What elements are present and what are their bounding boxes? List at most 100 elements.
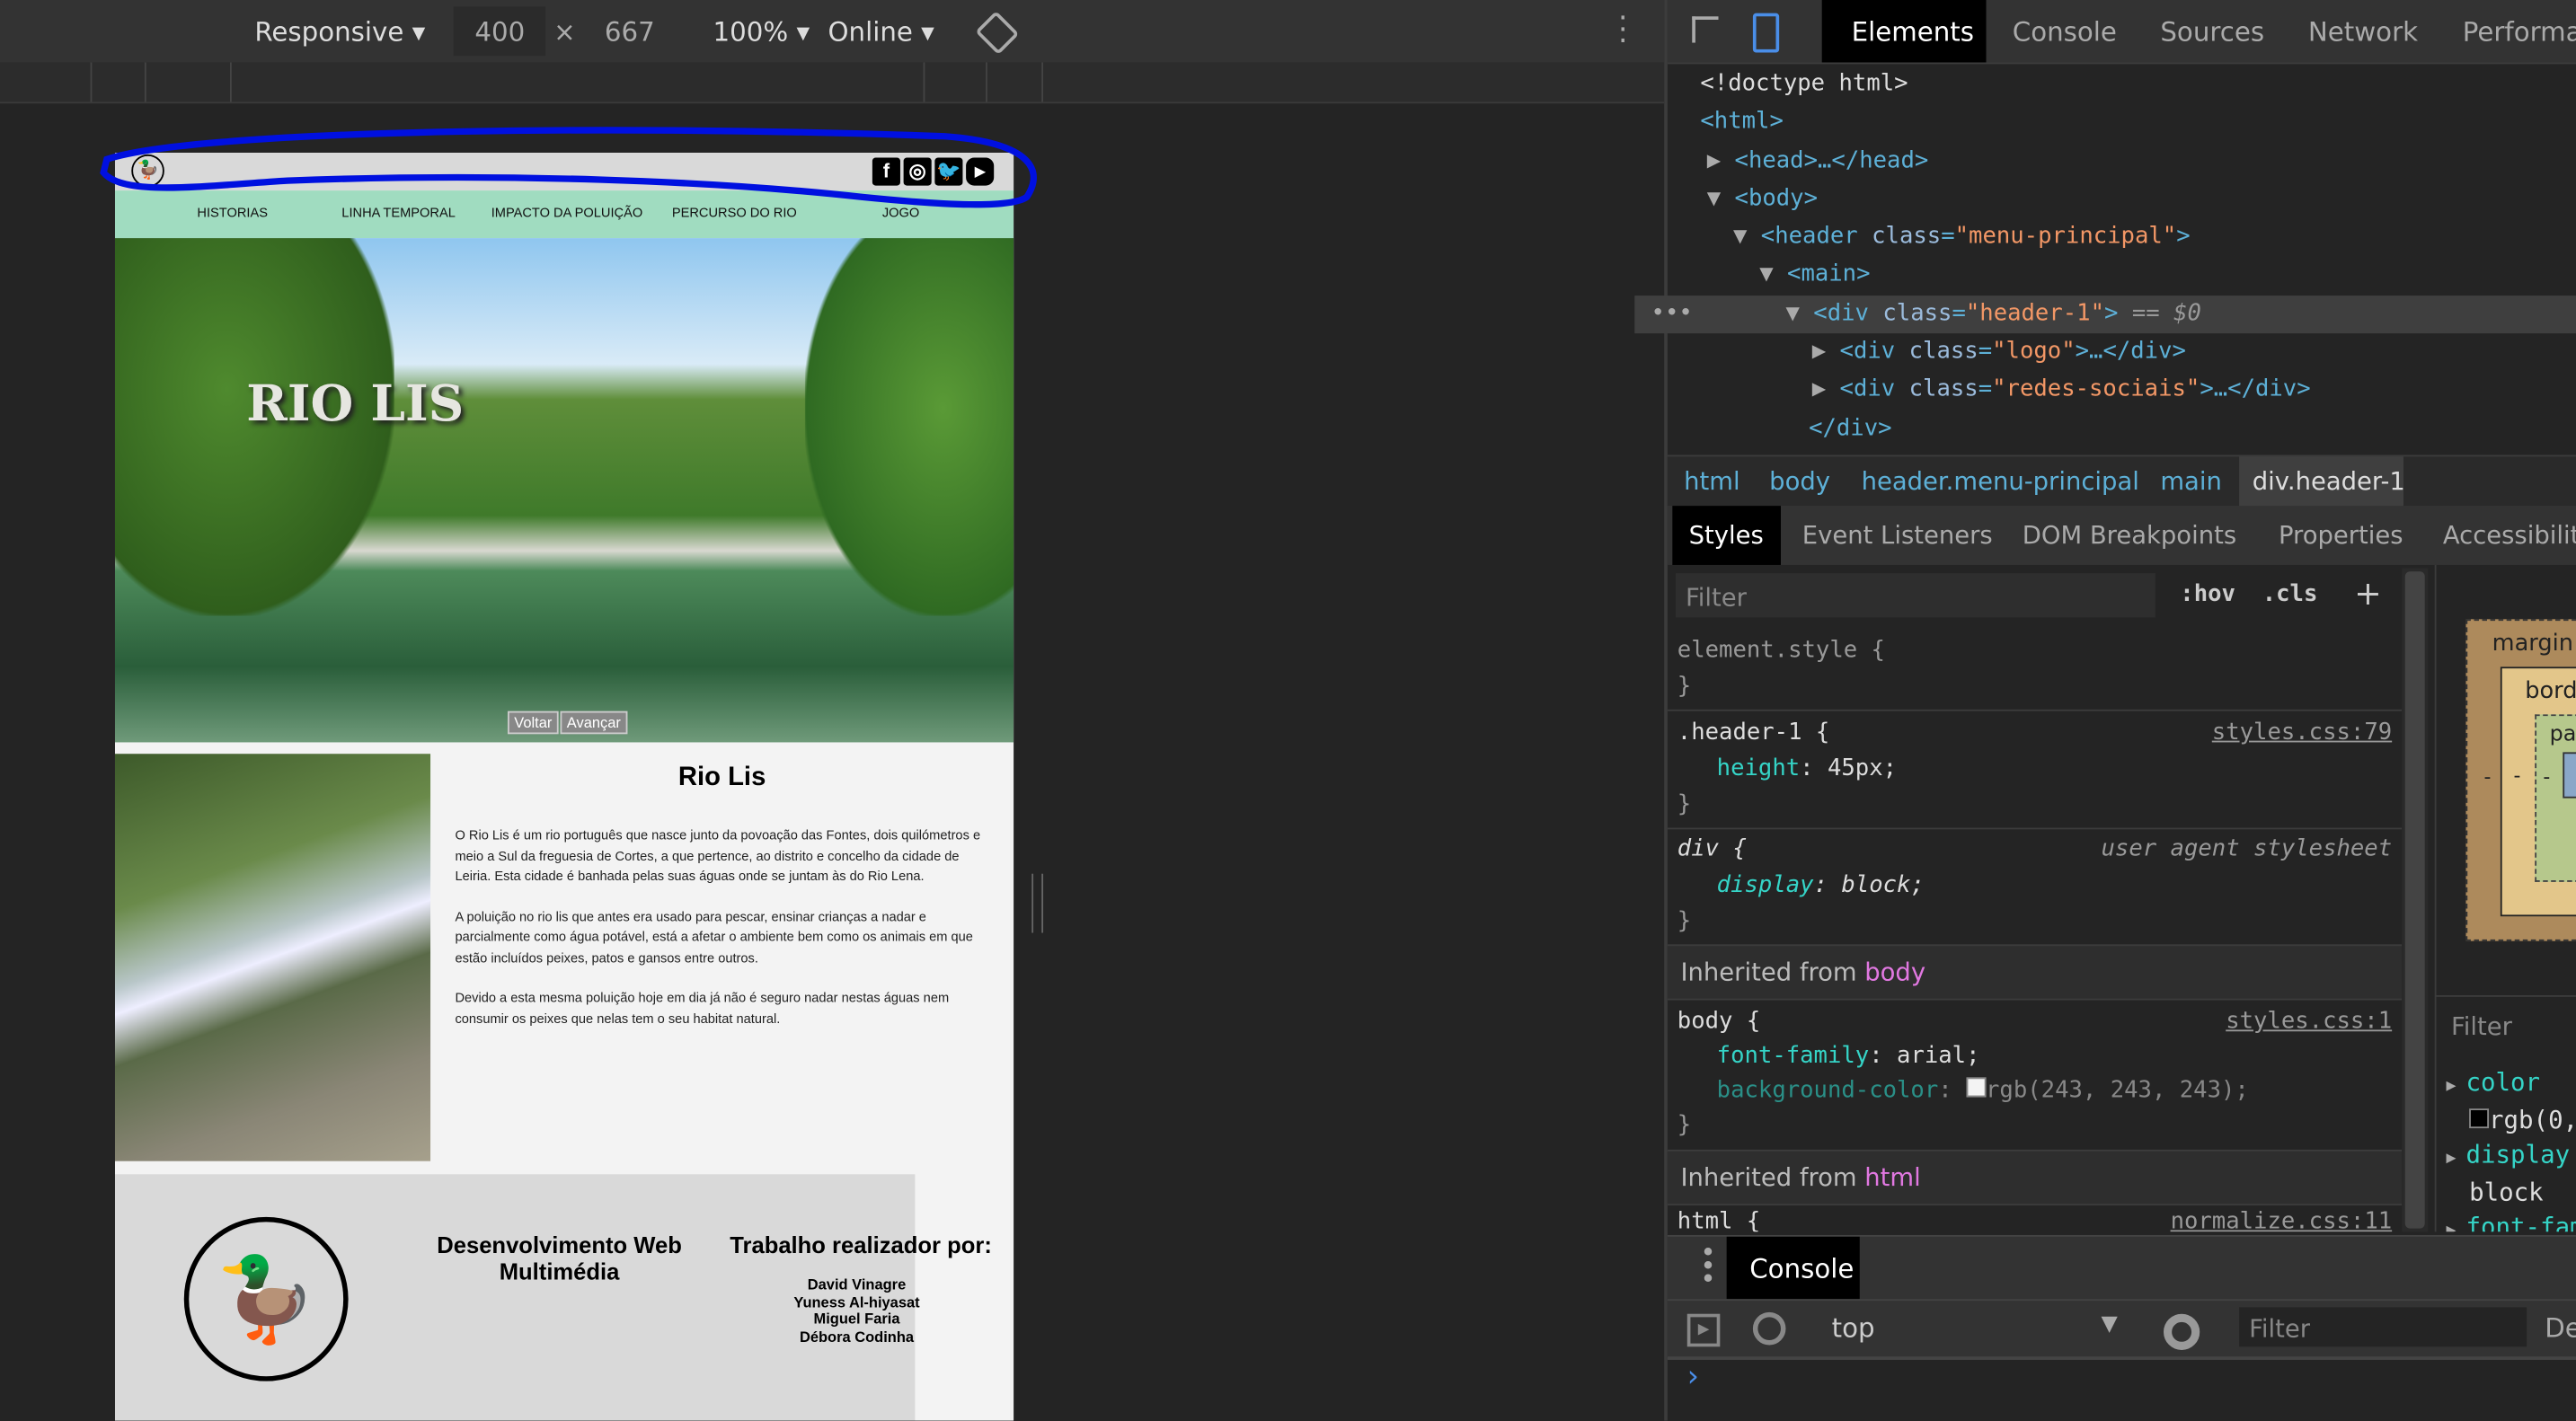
dom-node[interactable]: ▼ <header class="menu-principal"> — [1668, 219, 2576, 258]
collapsed: …</div> — [2089, 338, 2186, 366]
console-filter-input[interactable]: Filter — [2239, 1307, 2527, 1347]
context-select[interactable]: top — [1832, 1312, 1875, 1344]
tab-event-listeners[interactable]: Event Listeners — [1802, 521, 1993, 551]
tab-sources[interactable]: Sources — [2160, 16, 2264, 48]
sidebar-toggle-icon[interactable]: ▶ — [1686, 1313, 1721, 1347]
inherited-link[interactable]: body — [1864, 958, 1925, 987]
dom-node[interactable]: ▶ <div class="redes-sociais">…</div> — [1668, 372, 2576, 410]
computed-filter-input[interactable]: Filter — [2451, 1011, 2512, 1041]
css-value[interactable]: rgb(243, 243, 243); — [1986, 1077, 2249, 1103]
log-levels-select[interactable]: De — [2545, 1312, 2576, 1344]
tab-properties[interactable]: Properties — [2279, 521, 2403, 551]
inherited-from-html: Inherited from html — [1667, 1149, 2403, 1206]
width-input[interactable]: 400 — [474, 16, 525, 48]
computed-value: block — [2469, 1177, 2544, 1207]
rule-source-link[interactable]: normalize.css:11 — [2171, 1209, 2393, 1232]
hero-slideshow: RIO LIS Voltar Avançar — [114, 238, 1014, 743]
collapsed: …</div> — [2213, 376, 2311, 403]
css-value[interactable]: 45px; — [1828, 755, 1897, 781]
rule-close: } — [1677, 791, 1692, 818]
styles-scrollbar[interactable] — [2402, 568, 2429, 1232]
rule-selector[interactable]: element.style { — [1677, 632, 2400, 668]
rotate-icon[interactable] — [975, 11, 1020, 56]
breadcrumb-item[interactable]: main — [2160, 466, 2222, 496]
cls-toggle[interactable]: .cls — [2262, 581, 2318, 607]
device-select[interactable]: Responsive ▾ — [254, 16, 425, 48]
tab-network[interactable]: Network — [2308, 16, 2418, 48]
computed-property[interactable]: display — [2466, 1140, 2571, 1169]
rule-selector[interactable]: .header-1 { — [1677, 719, 1830, 746]
color-swatch[interactable] — [1966, 1077, 1987, 1098]
more-options-icon[interactable]: · · · — [1618, 4, 1627, 57]
clear-console-icon[interactable] — [1752, 1311, 1786, 1346]
inspect-element-icon[interactable] — [1692, 16, 1719, 43]
dom-node[interactable]: <html> — [1668, 104, 2576, 143]
breadcrumb-item[interactable]: header.menu-principal — [1862, 466, 2139, 496]
back-button[interactable]: Voltar — [507, 710, 559, 735]
console-prompt[interactable]: › — [1687, 1360, 1699, 1394]
breadcrumb-item-active[interactable]: div.header-1 — [2253, 466, 2405, 496]
dom-node[interactable]: </div> — [1668, 410, 2576, 449]
rule-element-style: element.style { } — [1677, 632, 2400, 704]
dom-node-selected[interactable]: ••• ▼ <div class="header-1"> == $0 — [1634, 295, 2576, 334]
resize-handle[interactable] — [1031, 873, 1044, 933]
attr-value: "header-1" — [1965, 300, 2105, 327]
device-toolbar-icon[interactable] — [1752, 13, 1780, 53]
rule-source-link[interactable]: styles.css:79 — [2212, 714, 2392, 750]
dom-node[interactable]: ▼ <main> — [1668, 257, 2576, 296]
css-value: block; — [1841, 871, 1925, 899]
styles-filter-input[interactable]: Filter — [1675, 573, 2156, 618]
css-value[interactable]: arial; — [1897, 1043, 1979, 1069]
height-input[interactable]: 667 — [605, 16, 655, 48]
margin-left-value: - — [2483, 765, 2492, 789]
dom-node[interactable]: ▶ <div class="logo">…</div> — [1668, 333, 2576, 372]
border-left-value: - — [2513, 763, 2521, 787]
border-label: borde — [2525, 678, 2576, 705]
dimension-separator: × — [553, 16, 576, 49]
drawer-menu-icon[interactable]: • • • — [1700, 1240, 1715, 1293]
rule-body: body {styles.css:1 font-family: arial; b… — [1677, 1005, 2392, 1143]
eye-icon[interactable] — [2164, 1313, 2200, 1350]
box-model-padding[interactable]: pa - — [2535, 714, 2576, 882]
computed-property[interactable]: font-fam — [2466, 1212, 2576, 1231]
network-select[interactable]: Online ▾ — [828, 16, 934, 48]
drawer-tab-console[interactable]: Console — [1749, 1253, 1854, 1284]
dom-node[interactable]: ▼ <body> — [1668, 181, 2576, 219]
zoom-select[interactable]: 100% ▾ — [713, 16, 810, 48]
tab-accessibility[interactable]: Accessibility — [2443, 521, 2576, 551]
credits-title: Trabalho realizador por: — [730, 1231, 992, 1258]
breadcrumb-item[interactable]: html — [1684, 466, 1739, 496]
dom-node[interactable]: <!doctype html> — [1668, 66, 2576, 104]
breadcrumb: html body header.menu-principal main div… — [1667, 455, 2576, 508]
breadcrumb-item[interactable]: body — [1769, 466, 1830, 496]
rule-selector[interactable]: body { — [1677, 1009, 1760, 1035]
chevron-down-icon[interactable]: ▼ — [2102, 1312, 2118, 1337]
dom-node[interactable]: ▶ <head>…</head> — [1668, 142, 2576, 181]
padding-label: pa — [2549, 722, 2576, 747]
zoom-label: 100% — [713, 16, 789, 49]
rule-source-link[interactable]: styles.css:1 — [2226, 1005, 2392, 1039]
box-model-content[interactable] — [2563, 752, 2576, 799]
computed-property[interactable]: color — [2466, 1067, 2541, 1097]
tab-performance[interactable]: Performance — [2463, 16, 2576, 48]
tab-console[interactable]: Console — [2013, 16, 2117, 48]
network-label: Online — [828, 16, 913, 49]
tab-elements[interactable]: Elements — [1852, 16, 1974, 48]
rule-selector[interactable]: html { — [1677, 1209, 1760, 1232]
css-property[interactable]: height — [1717, 755, 1800, 781]
hov-toggle[interactable]: :hov — [2180, 581, 2235, 607]
tab-dom-breakpoints[interactable]: DOM Breakpoints — [2023, 521, 2236, 551]
highlight-annotation — [100, 127, 1037, 208]
inherited-link[interactable]: html — [1864, 1163, 1920, 1193]
inherited-label: Inherited from — [1680, 1162, 1857, 1193]
tab-styles[interactable]: Styles — [1689, 521, 1764, 551]
author: David Vinagre — [807, 1275, 907, 1293]
box-model-margin[interactable]: margin - borde - pa - — [2465, 619, 2576, 941]
css-property[interactable]: font-family — [1717, 1043, 1870, 1069]
rule-close: } — [1677, 673, 1692, 700]
media-query-bar[interactable] — [0, 62, 1665, 104]
next-button[interactable]: Avançar — [560, 710, 628, 735]
new-rule-button[interactable]: + — [2354, 573, 2382, 613]
css-property[interactable]: background-color — [1717, 1077, 1939, 1103]
box-model-border[interactable]: borde - pa - — [2500, 666, 2576, 917]
